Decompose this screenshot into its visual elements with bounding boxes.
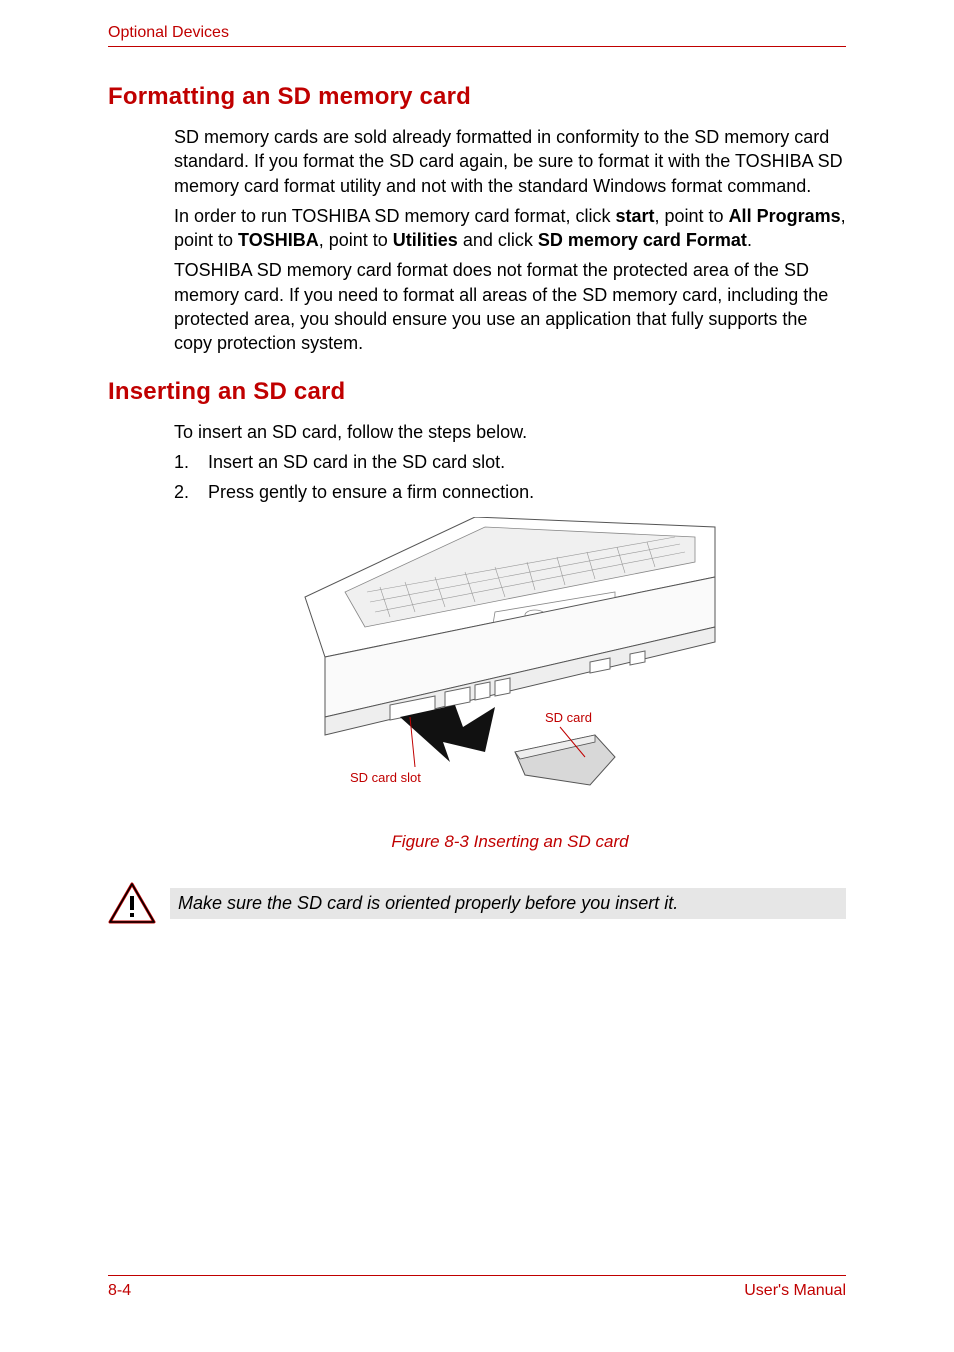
doc-title: User's Manual [744,1282,846,1300]
section2-intro: To insert an SD card, follow the steps b… [174,420,846,444]
text: and click [458,230,538,250]
step-number: 1. [174,450,208,474]
section1-para1: SD memory cards are sold already formatt… [174,125,846,198]
header-rule [108,46,846,47]
text: . [747,230,752,250]
heading-inserting: Inserting an SD card [108,378,846,406]
text: , point to [319,230,393,250]
heading-formatting: Formatting an SD memory card [108,83,846,111]
caution-block: Make sure the SD card is oriented proper… [108,882,846,926]
page-footer: 8-4 User's Manual [108,1275,846,1300]
step-number: 2. [174,480,208,504]
bold-start: start [615,206,654,226]
text: , point to [655,206,729,226]
step-text: Press gently to ensure a firm connection… [208,480,534,504]
list-item: 2. Press gently to ensure a firm connect… [174,480,846,504]
caution-text: Make sure the SD card is oriented proper… [170,888,846,919]
bold-utilities: Utilities [393,230,458,250]
figure-label-card: SD card [545,710,592,725]
figure-caption: Figure 8-3 Inserting an SD card [174,831,846,854]
bold-all-programs: All Programs [729,206,841,226]
footer-rule [108,1275,846,1276]
section1-body: SD memory cards are sold already formatt… [174,125,846,356]
step-text: Insert an SD card in the SD card slot. [208,450,505,474]
running-header: Optional Devices [108,24,846,42]
page-number: 8-4 [108,1282,131,1300]
section2-body: To insert an SD card, follow the steps b… [174,420,846,854]
bold-sd-format: SD memory card Format [538,230,747,250]
figure-wrap: SD card SD card slot Figure 8-3 Insertin… [174,517,846,854]
text: In order to run TOSHIBA SD memory card f… [174,206,615,226]
warning-icon [108,882,156,926]
laptop-sd-illustration: SD card SD card slot [295,517,725,817]
steps-list: 1. Insert an SD card in the SD card slot… [174,450,846,505]
section1-para3: TOSHIBA SD memory card format does not f… [174,258,846,355]
sd-card-graphic [515,735,615,785]
bold-toshiba: TOSHIBA [238,230,319,250]
figure-label-slot: SD card slot [350,770,421,785]
list-item: 1. Insert an SD card in the SD card slot… [174,450,846,474]
section1-para2: In order to run TOSHIBA SD memory card f… [174,204,846,253]
